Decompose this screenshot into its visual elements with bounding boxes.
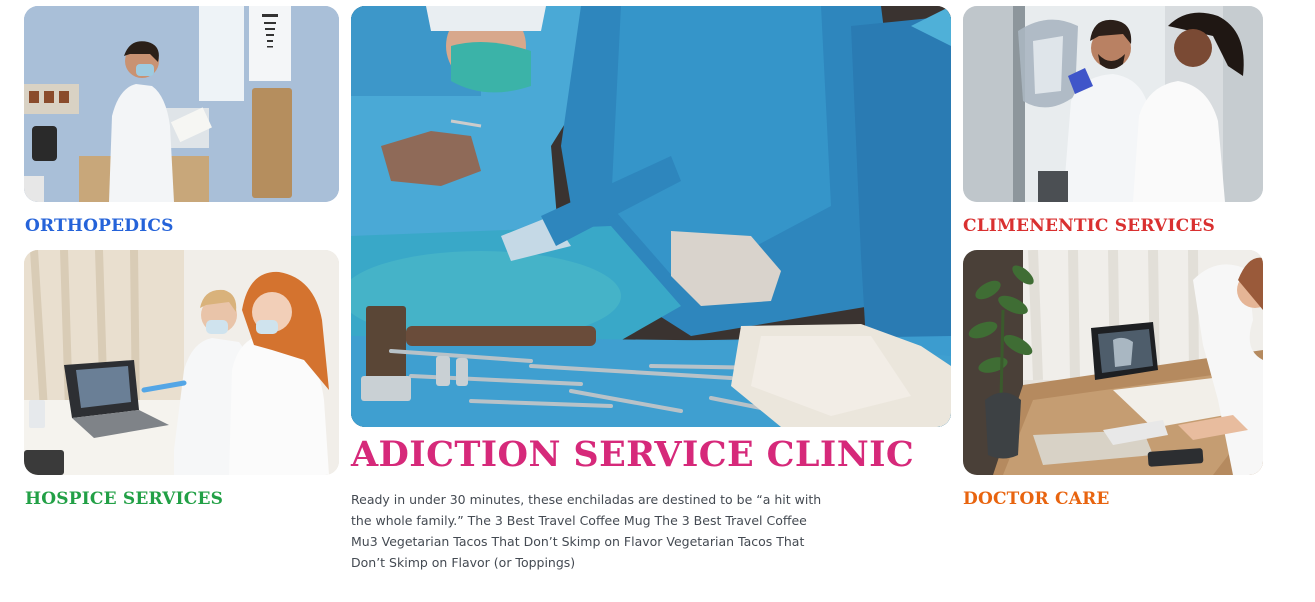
feature-title-link[interactable]: ADICTION SERVICE CLINIC — [351, 434, 914, 475]
climenentic-image[interactable] — [963, 6, 1263, 202]
orthopedics-image[interactable] — [24, 6, 339, 202]
doctor-care-image[interactable] — [963, 250, 1263, 475]
feature-description: Ready in under 30 minutes, these enchila… — [351, 492, 822, 570]
surgeons-operating-room-photo — [351, 6, 951, 427]
doctor-desk-tablet-xray-photo — [963, 250, 1263, 475]
doctor-care-title-link[interactable]: DOCTOR CARE — [963, 489, 1110, 509]
climenentic-title-link[interactable]: CLIMENENTIC SERVICES — [963, 216, 1215, 236]
doctor-writing-clipboard-photo — [24, 6, 339, 202]
feature-image[interactable] — [351, 6, 951, 427]
orthopedics-title-link[interactable]: ORTHOPEDICS — [25, 216, 174, 236]
doctors-reviewing-xray-laptop-photo — [24, 250, 339, 475]
doctors-examining-xray-film-photo — [963, 6, 1263, 202]
hospice-title-link[interactable]: HOSPICE SERVICES — [25, 489, 223, 509]
hospice-image[interactable] — [24, 250, 339, 475]
